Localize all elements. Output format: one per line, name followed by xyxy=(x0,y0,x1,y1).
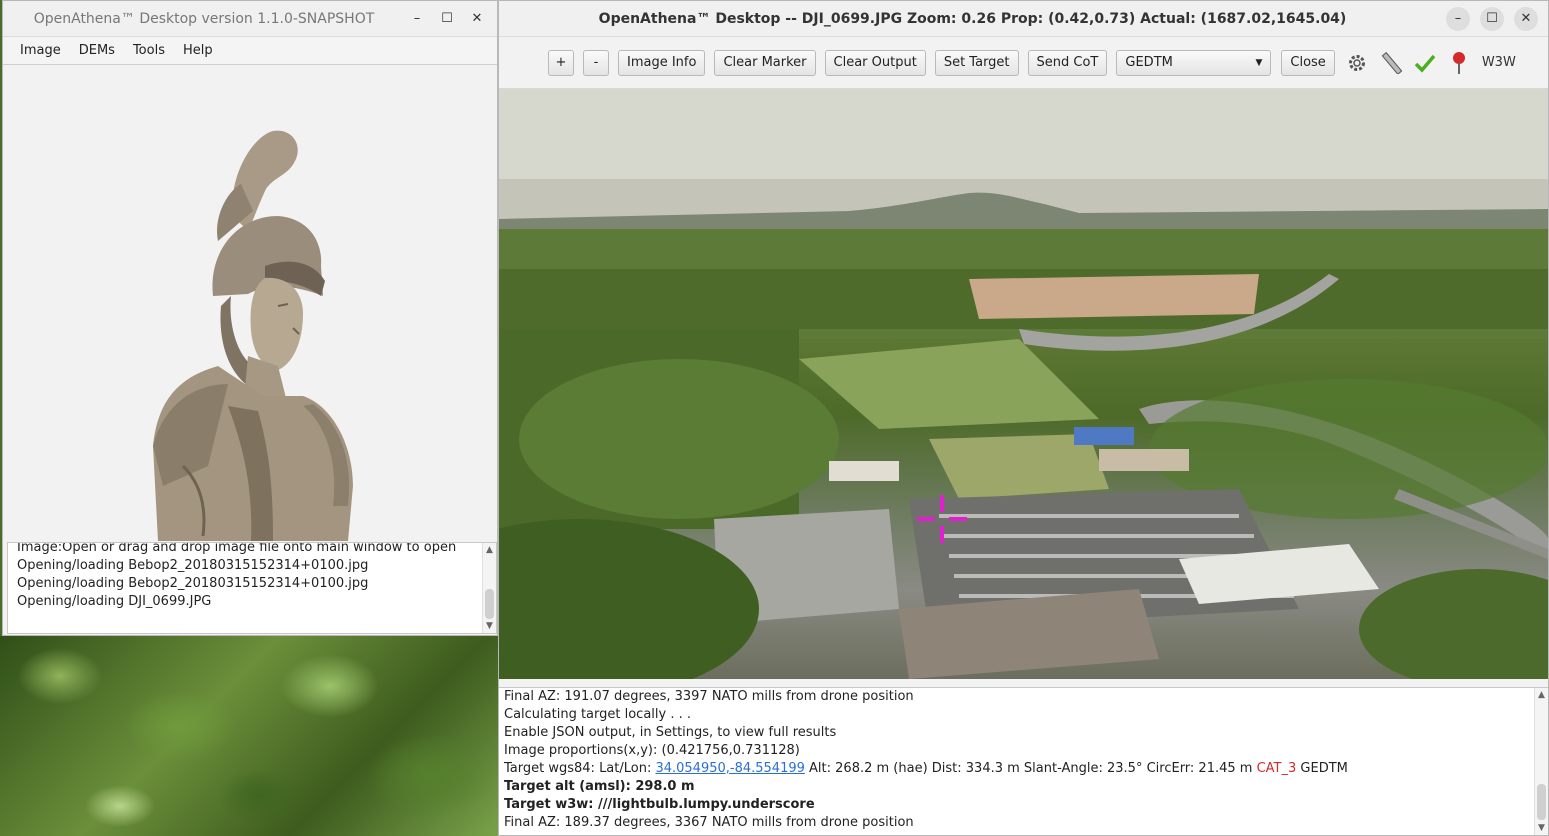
scroll-thumb[interactable] xyxy=(1537,784,1546,820)
drone-image[interactable] xyxy=(499,89,1548,679)
log-line: Opening/loading Bebop2_20180315152314+01… xyxy=(17,576,369,591)
maximize-icon[interactable]: ☐ xyxy=(1480,6,1504,31)
ruler-icon[interactable] xyxy=(1378,50,1404,76)
dem-select-value: GEDTM xyxy=(1125,55,1173,70)
minimize-icon[interactable]: – xyxy=(405,7,429,31)
scroll-up-icon[interactable]: ▲ xyxy=(1535,688,1548,702)
send-cot-button[interactable]: Send CoT xyxy=(1027,49,1108,76)
target-dem: GEDTM xyxy=(1296,761,1348,776)
main-window-titlebar[interactable]: OpenAthena™ Desktop version 1.1.0-SNAPSH… xyxy=(3,1,497,37)
output-line: Final AZ: 189.37 degrees, 3367 NATO mill… xyxy=(504,815,914,830)
minimize-icon[interactable]: – xyxy=(1446,6,1470,31)
clear-marker-button[interactable]: Clear Marker xyxy=(714,49,816,76)
scroll-down-icon[interactable]: ▼ xyxy=(1535,821,1548,835)
log-line: Opening/loading Bebop2_20180315152314+01… xyxy=(17,558,369,573)
w3w-button[interactable]: W3W xyxy=(1482,55,1516,70)
image-info-button[interactable]: Image Info xyxy=(618,49,706,76)
scroll-thumb[interactable] xyxy=(485,589,494,619)
zoom-in-button[interactable]: + xyxy=(548,49,574,76)
target-prefix: Target wgs84: Lat/Lon: xyxy=(504,761,656,776)
target-details: Alt: 268.2 m (hae) Dist: 334.3 m Slant-A… xyxy=(804,761,1257,776)
menu-dems[interactable]: DEMs xyxy=(70,43,124,58)
output-console[interactable]: Final AZ: 191.07 degrees, 3397 NATO mill… xyxy=(499,687,1548,835)
target-latlon-link[interactable]: 34.054950,-84.554199 xyxy=(655,761,804,776)
dem-select[interactable]: GEDTM ▼ xyxy=(1116,49,1272,76)
log-line: Opening/loading DJI_0699.JPG xyxy=(17,594,212,609)
image-window-title: OpenAthena™ Desktop -- DJI_0699.JPG Zoom… xyxy=(598,10,1347,27)
close-button[interactable]: Close xyxy=(1281,49,1335,76)
output-line: Image proportions(x,y): (0.421756,0.7311… xyxy=(504,743,800,758)
clear-output-button[interactable]: Clear Output xyxy=(824,49,926,76)
map-pin-icon[interactable] xyxy=(1446,50,1472,76)
target-altitude-line: Target alt (amsl): 298.0 m xyxy=(504,779,695,794)
chevron-down-icon: ▼ xyxy=(1255,57,1263,68)
accuracy-category-badge: CAT_3 xyxy=(1256,761,1297,776)
menu-tools[interactable]: Tools xyxy=(124,43,174,58)
output-line: Final AZ: 191.07 degrees, 3397 NATO mill… xyxy=(504,689,914,704)
log-output[interactable]: Image:Open or drag and drop image file o… xyxy=(7,542,497,634)
close-icon[interactable]: ✕ xyxy=(465,7,489,31)
image-window: OpenAthena™ Desktop -- DJI_0699.JPG Zoom… xyxy=(498,0,1549,836)
log-scrollbar[interactable]: ▲ ▼ xyxy=(482,543,496,633)
menu-bar: Image DEMs Tools Help xyxy=(3,37,497,65)
zoom-out-button[interactable]: - xyxy=(583,49,609,76)
output-scrollbar[interactable]: ▲ ▼ xyxy=(1534,688,1548,835)
scroll-up-icon[interactable]: ▲ xyxy=(483,543,496,557)
scroll-down-icon[interactable]: ▼ xyxy=(483,619,496,633)
drone-image-scene xyxy=(499,89,1548,679)
target-coordinates-line: Target wgs84: Lat/Lon: 34.054950,-84.554… xyxy=(499,760,1548,778)
toolbar: + - Image Info Clear Marker Clear Output… xyxy=(499,37,1548,89)
logo-area xyxy=(3,66,497,541)
image-window-titlebar[interactable]: OpenAthena™ Desktop -- DJI_0699.JPG Zoom… xyxy=(499,1,1548,37)
maximize-icon[interactable]: ☐ xyxy=(435,7,459,31)
main-window: OpenAthena™ Desktop version 1.1.0-SNAPSH… xyxy=(2,0,498,636)
log-line: Image:Open or drag and drop image file o… xyxy=(17,542,457,555)
gear-icon[interactable] xyxy=(1344,50,1370,76)
menu-help[interactable]: Help xyxy=(174,43,222,58)
main-window-title: OpenAthena™ Desktop version 1.1.0-SNAPSH… xyxy=(33,10,375,27)
set-target-button[interactable]: Set Target xyxy=(934,49,1019,76)
close-icon[interactable]: ✕ xyxy=(1514,6,1538,31)
check-icon[interactable] xyxy=(1412,50,1438,76)
athena-statue-logo xyxy=(153,130,353,541)
output-line: Enable JSON output, in Settings, to view… xyxy=(504,725,837,740)
menu-image[interactable]: Image xyxy=(11,43,70,58)
target-w3w-line: Target w3w: ///lightbulb.lumpy.underscor… xyxy=(504,797,815,812)
output-line: Calculating target locally . . . xyxy=(504,707,692,722)
desktop-background xyxy=(0,636,500,836)
